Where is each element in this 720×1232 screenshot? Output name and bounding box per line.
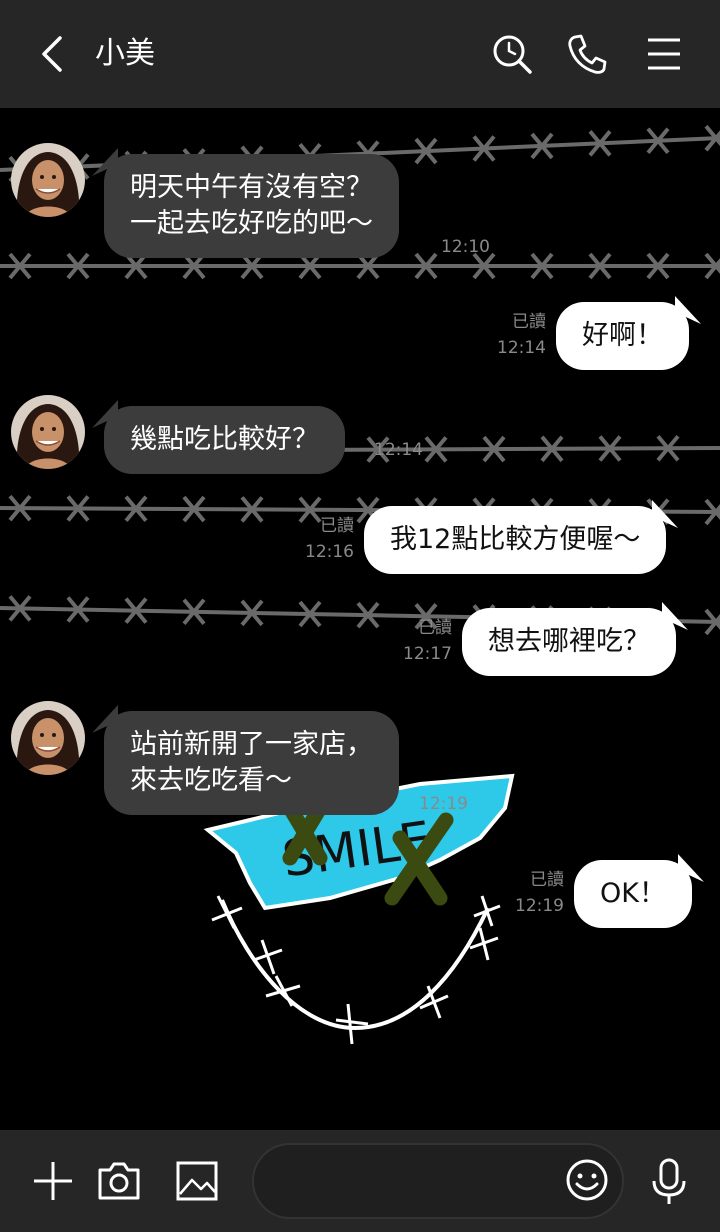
read-receipt: 已讀: [418, 618, 452, 638]
incoming-message-bubble[interactable]: 站前新開了一家店， 來去吃吃看～: [104, 711, 399, 815]
read-receipt: 已讀: [512, 312, 546, 332]
outgoing-message-bubble[interactable]: 好啊！: [556, 302, 689, 370]
chat-area[interactable]: SMILE 明天中午有沒有空？ 一起去吃好吃的吧～ 12:10 已讀 12:14…: [0, 108, 720, 1130]
outgoing-message-bubble[interactable]: 我12點比較方便喔～: [364, 506, 667, 574]
chat-title: 小美: [95, 36, 155, 71]
message-time: 12:19: [515, 896, 564, 916]
outgoing-message-bubble[interactable]: 想去哪裡吃？: [462, 608, 676, 676]
search-history-icon[interactable]: [490, 32, 534, 76]
phone-icon[interactable]: [565, 32, 609, 76]
message-time: 12:14: [497, 338, 546, 358]
microphone-icon[interactable]: [648, 1157, 690, 1207]
image-icon[interactable]: [174, 1158, 220, 1204]
incoming-message-bubble[interactable]: 明天中午有沒有空？ 一起去吃好吃的吧～: [104, 154, 399, 258]
contact-avatar[interactable]: [11, 395, 85, 469]
chevron-left-icon[interactable]: [36, 34, 72, 74]
message-time: 12:16: [305, 542, 354, 562]
plus-icon[interactable]: [30, 1158, 76, 1204]
message-time: 12:10: [441, 237, 490, 257]
contact-avatar[interactable]: [11, 143, 85, 217]
contact-avatar[interactable]: [11, 701, 85, 775]
camera-icon[interactable]: [96, 1158, 142, 1204]
read-receipt: 已讀: [320, 516, 354, 536]
message-time: 12:14: [374, 440, 423, 460]
outgoing-message-bubble[interactable]: OK！: [574, 860, 692, 928]
avatar-photo: [11, 143, 85, 217]
message-time: 12:19: [419, 794, 468, 814]
read-receipt: 已讀: [530, 870, 564, 890]
emoji-icon[interactable]: [564, 1157, 610, 1203]
avatar-photo: [11, 701, 85, 775]
incoming-message-bubble[interactable]: 幾點吃比較好？: [104, 406, 345, 474]
message-time: 12:17: [403, 644, 452, 664]
message-input[interactable]: [278, 1163, 562, 1201]
hamburger-menu-icon[interactable]: [642, 32, 686, 76]
avatar-photo: [11, 395, 85, 469]
chat-header: 小美: [0, 0, 720, 108]
